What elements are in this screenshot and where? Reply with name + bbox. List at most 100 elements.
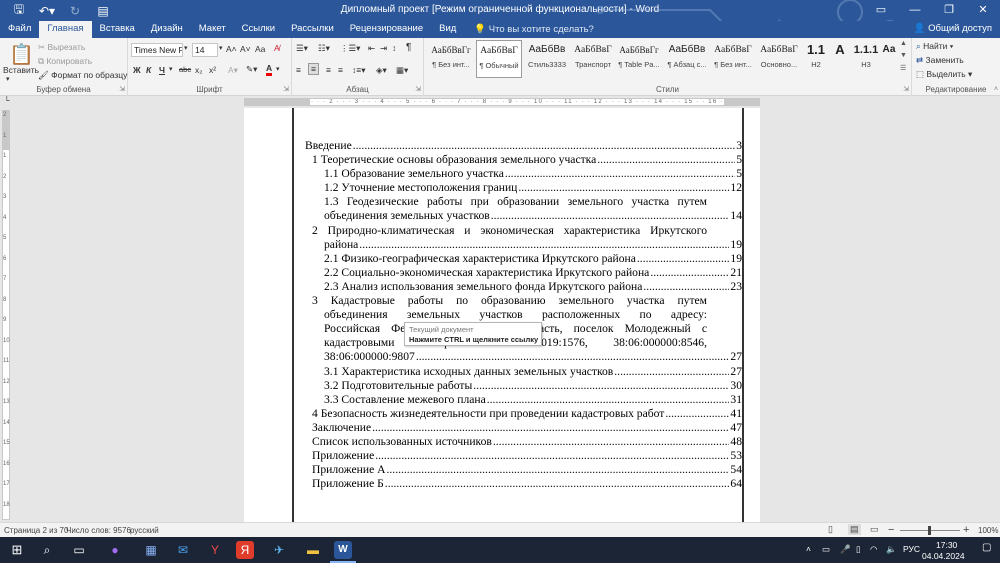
search-icon[interactable]: ⌕ (36, 540, 58, 560)
print-layout-icon[interactable]: ▤ (848, 524, 861, 535)
minimize-icon[interactable]: — (898, 0, 932, 21)
vertical-ruler[interactable]: 2 1 1 2 3 4 5 6 7 8 9 10 11 12 13 14 15 16 17 18 (0, 108, 12, 522)
increase-indent-icon[interactable]: ⇥ (380, 43, 387, 54)
toc-entry-line[interactable]: объединения земельных участков расположе… (305, 308, 742, 322)
style-h2[interactable]: 1.1 H2 (802, 40, 830, 78)
clear-formatting-icon[interactable]: A̸ (274, 43, 280, 53)
page-count[interactable]: Страница 2 из 70 (4, 526, 68, 535)
style-partial[interactable]: Аа (882, 40, 896, 78)
toc-entry-line[interactable]: 3 Кадастровые работы по образованию земе… (305, 294, 742, 308)
clock-date[interactable]: 04.04.2024 (922, 551, 965, 561)
tab-insert[interactable]: Вставка (92, 21, 143, 38)
font-name-dropdown-icon[interactable]: ▾ (184, 44, 188, 52)
telegram-icon[interactable]: ✈ (268, 540, 290, 560)
justify-icon[interactable]: ≡ (338, 65, 343, 75)
toc-entry[interactable]: 2.2 Социально-экономическая характеристи… (305, 266, 742, 280)
grow-font-button[interactable]: A˄ (226, 44, 237, 54)
align-left-icon[interactable]: ≡ (296, 65, 301, 75)
yandex-icon[interactable]: Я (236, 541, 254, 559)
mail-icon[interactable]: ✉ (172, 540, 194, 560)
yandex-browser-icon[interactable]: Y (204, 540, 226, 560)
zoom-out-button[interactable]: − (888, 524, 894, 536)
toc-entry[interactable]: Введение 3 (305, 139, 742, 153)
bullets-icon[interactable]: ☰▾ (296, 43, 308, 54)
style-3333[interactable]: АаБбВв Стиль3333 (524, 40, 570, 78)
numbering-icon[interactable]: ☷▾ (318, 43, 330, 54)
style-h3[interactable]: 1.1.1 H3 (850, 40, 882, 78)
font-color-button[interactable]: A (266, 64, 273, 76)
toc-entry[interactable]: 1 Теоретические основы образования земел… (305, 153, 742, 167)
superscript-button[interactable]: x² (209, 65, 216, 75)
style-normal[interactable]: АаБбВвГ ¶ Обычный (476, 40, 522, 78)
zoom-in-button[interactable]: + (963, 524, 969, 536)
file-explorer-icon[interactable]: ▬ (302, 540, 324, 560)
underline-button[interactable]: Ч (159, 65, 165, 75)
font-size-dropdown-icon[interactable]: ▾ (219, 44, 223, 52)
shading-icon[interactable]: ◈▾ (376, 65, 387, 76)
copy-button[interactable]: ⧉ Копировать (38, 56, 92, 67)
toc-entry[interactable]: объединения земельных участков 14 (305, 209, 742, 223)
language-status[interactable]: русский (130, 526, 159, 535)
style-no-spacing[interactable]: АаБбВвГг ¶ Без инт... (428, 40, 474, 78)
word-icon[interactable]: W (334, 541, 352, 559)
restore-icon[interactable]: ❐ (932, 0, 966, 21)
word-count[interactable]: Число слов: 9576 (66, 526, 131, 535)
align-right-icon[interactable]: ≡ (326, 65, 331, 75)
zoom-level[interactable]: 100% (978, 526, 998, 535)
task-view-icon[interactable]: ▭ (68, 540, 90, 560)
tab-design[interactable]: Дизайн (143, 21, 191, 38)
save-icon[interactable]: 🖫 (6, 0, 32, 21)
read-mode-icon[interactable]: ▯ (828, 524, 833, 535)
ribbon-display-icon[interactable]: ▭ (864, 0, 898, 21)
toc-entry[interactable]: 38:06:000000:9807 27 (305, 350, 742, 364)
bold-button[interactable]: Ж (133, 65, 141, 75)
toc-entry[interactable]: 1.2 Уточнение местоположения границ 12 (305, 181, 742, 195)
zoom-slider-thumb[interactable] (928, 526, 931, 535)
toc-entry[interactable]: 4 Безопасность жизнедеятельности при про… (305, 407, 742, 421)
font-color-dropdown-icon[interactable]: ▾ (276, 65, 280, 73)
toc-entry[interactable]: 2.3 Анализ использования земельного фонд… (305, 280, 742, 294)
strikethrough-button[interactable]: abc (179, 65, 191, 74)
wifi-icon[interactable]: ◠ (870, 544, 877, 555)
toc-entry-line[interactable]: 2 Природно-климатическая и экономическая… (305, 224, 742, 238)
tab-review[interactable]: Рецензирование (342, 21, 431, 38)
style-transport[interactable]: АаБбВвГ Транспорт (570, 40, 616, 78)
shrink-font-button[interactable]: A˅ (240, 44, 251, 54)
clock-time[interactable]: 17:30 (936, 540, 957, 550)
highlight-icon[interactable]: ✎▾ (246, 64, 257, 75)
web-layout-icon[interactable]: ▭ (870, 524, 879, 535)
battery-icon[interactable]: ▯ (856, 544, 861, 555)
paste-icon[interactable]: 📋 (9, 42, 34, 67)
toc-entry[interactable]: Приложение 53 (305, 449, 742, 463)
italic-button[interactable]: К (146, 65, 151, 75)
collapse-ribbon-icon[interactable]: ˄ (994, 86, 998, 93)
windows-start-icon[interactable]: ⊞ (6, 540, 28, 560)
styles-scroll-down-icon[interactable]: ▼ (900, 52, 907, 59)
tab-selector-icon[interactable]: └ (4, 96, 10, 105)
tab-references[interactable]: Ссылки (234, 21, 283, 38)
style-no-spacing-2[interactable]: АаБбВвГ ¶ Без инт... (710, 40, 756, 78)
font-name-field[interactable]: Times New R (131, 43, 183, 57)
styles-more-icon[interactable]: ☰ (900, 64, 906, 72)
microphone-icon[interactable]: 🎤 (840, 544, 851, 555)
style-heading-a[interactable]: А (830, 40, 850, 78)
text-effects-icon[interactable]: A▾ (228, 65, 238, 76)
toc-entry[interactable]: 1.1 Образование земельного участка 5 (305, 167, 742, 181)
toc-entry[interactable]: 2.1 Физико-географическая характеристика… (305, 252, 742, 266)
toc-entry[interactable]: Приложение А 54 (305, 463, 742, 477)
toc-entry[interactable]: 3.2 Подготовительные работы 30 (305, 379, 742, 393)
styles-launcher-icon[interactable]: ⇲ (903, 85, 909, 93)
format-painter-button[interactable]: 🖌 Формат по образцу (38, 70, 127, 81)
tab-file[interactable]: Файл (0, 21, 39, 38)
multilevel-list-icon[interactable]: ⋮☰▾ (340, 43, 360, 54)
style-body-text[interactable]: АаБбВвГ Основно... (756, 40, 802, 78)
clipboard-launcher-icon[interactable]: ⇲ (119, 85, 125, 93)
borders-icon[interactable]: ▦▾ (396, 65, 408, 76)
style-table-paragraph[interactable]: АаБбВвГг ¶ Table Pa... (616, 40, 662, 78)
style-list-paragraph[interactable]: АаБбВв ¶ Абзац с... (664, 40, 710, 78)
horizontal-ruler[interactable]: · 1 · 2 · 1 · · · 1 · · · 2 · · · 3 · · … (0, 96, 1000, 108)
sort-icon[interactable]: ↕ (392, 43, 396, 53)
tray-overflow-icon[interactable]: ˄ (806, 544, 811, 554)
volume-icon[interactable]: 🔈 (886, 544, 897, 555)
toc-entry-line[interactable]: 1.3 Геодезические работы при образовании… (305, 195, 742, 209)
